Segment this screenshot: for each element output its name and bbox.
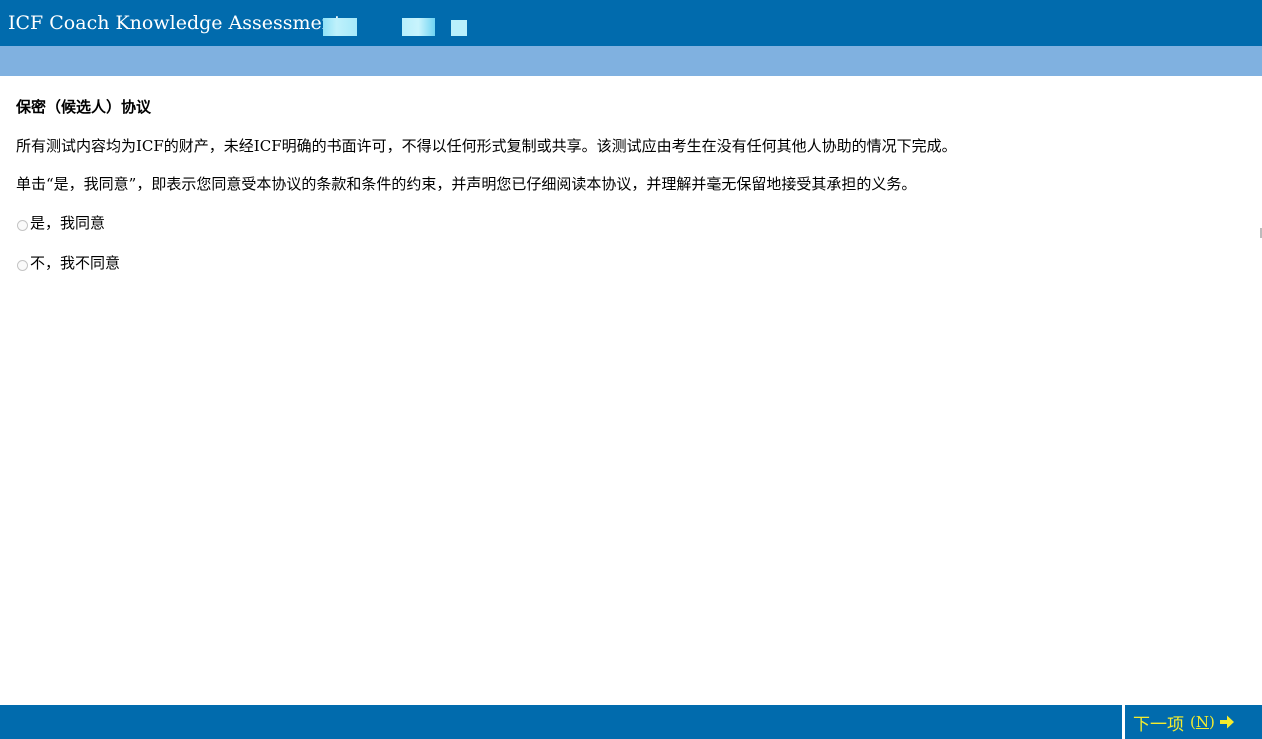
agreement-paragraph-2: 单击“是，我同意”，即表示您同意受本协议的条款和条件的约束，并声明您已仔细阅读本…: [16, 175, 917, 193]
next-button-label: 下一项: [1133, 714, 1184, 735]
app-title: ICF Coach Knowledge Assessment -: [8, 12, 355, 34]
redacted-block: [402, 18, 435, 36]
agreement-paragraph-1: 所有测试内容均为ICF的财产，未经ICF明确的书面许可，不得以任何形式复制或共享…: [16, 137, 957, 155]
option-disagree[interactable]: 不，我不同意: [17, 252, 120, 274]
option-agree[interactable]: 是，我同意: [17, 212, 105, 234]
main-content: 保密（候选人）协议: [16, 96, 1236, 118]
disagree-radio[interactable]: [17, 259, 28, 271]
sub-header-bar: [0, 46, 1262, 76]
next-button[interactable]: 下一项 (N): [1133, 708, 1236, 736]
assessment-page: ICF Coach Knowledge Assessment - 保密（候选人）…: [0, 0, 1262, 739]
agree-radio[interactable]: [17, 219, 28, 231]
footer-divider: [1122, 705, 1125, 739]
next-shortcut-hint: (N): [1190, 713, 1215, 731]
redacted-block: [323, 18, 357, 36]
option-agree-label: 是，我同意: [30, 214, 106, 232]
redacted-block: [451, 20, 467, 36]
option-disagree-label: 不，我不同意: [30, 254, 121, 272]
agreement-heading: 保密（候选人）协议: [16, 98, 152, 116]
header-bar: ICF Coach Knowledge Assessment -: [0, 0, 1262, 46]
footer-bar: [0, 705, 1262, 739]
arrow-right-icon: [1219, 715, 1234, 729]
